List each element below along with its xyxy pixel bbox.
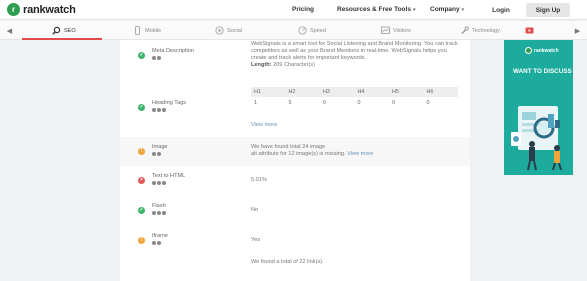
importance-dots — [152, 181, 167, 185]
logo-text: rankwatch — [23, 3, 76, 16]
tab-social-label: Social — [227, 27, 242, 34]
analytics-illustration-icon — [508, 92, 570, 175]
image-view-more-link[interactable]: View more — [347, 151, 373, 157]
tab-mobile[interactable]: Mobile — [133, 21, 161, 40]
row-label: Iframe — [152, 233, 168, 239]
text-to-html-value: 5.01% — [251, 177, 267, 183]
tab-mobile-label: Mobile — [145, 27, 162, 34]
signup-button[interactable]: Sign Up — [526, 3, 570, 17]
login-button[interactable]: Login — [484, 3, 518, 17]
warning-icon: ! — [138, 148, 145, 155]
check-icon: ✓ — [138, 104, 145, 111]
nav-company-label: Company — [430, 6, 460, 13]
rankwatch-logo[interactable]: r rankwatch — [7, 3, 76, 16]
speedometer-icon — [298, 26, 307, 35]
chevron-down-icon: ▾ — [412, 7, 416, 13]
meta-line-1: WebSignals is a smart tool for Social Li… — [251, 41, 458, 47]
importance-dots — [152, 56, 162, 60]
row-label: Heading Tags — [152, 100, 187, 106]
text-to-html-row: × Text to HTML 5.01% — [120, 166, 470, 196]
ad-logo-text: rankwatch — [534, 47, 559, 54]
image-row: ! Image We have found total 24 image alt… — [120, 137, 470, 166]
meta-line-2: competitors as well as your Brand Mentio… — [251, 48, 447, 54]
col-h5: H5 — [392, 89, 399, 95]
row-label: Meta Description — [152, 48, 194, 54]
tab-seo-label: SEO — [64, 27, 76, 34]
tab-speed-label: Speed — [310, 27, 326, 34]
chevron-down-icon: ▾ — [461, 7, 465, 13]
iframe-value: Yes — [251, 237, 261, 243]
scroll-left-arrow-icon[interactable]: ◀ — [4, 25, 15, 36]
col-h4: H4 — [357, 89, 365, 95]
importance-dots — [152, 211, 167, 215]
meta-line-3: create and track alerts for important ke… — [251, 55, 367, 61]
check-icon: ✓ — [138, 207, 145, 214]
scroll-right-arrow-icon[interactable]: ▶ — [572, 25, 583, 36]
val-h2: 5 — [288, 100, 292, 106]
nav-pricing-label: Pricing — [292, 6, 315, 13]
top-navbar: r rankwatch Pricing Resources & Free Too… — [0, 0, 587, 20]
tab-youtube[interactable] — [525, 21, 537, 40]
check-icon: ✓ — [138, 52, 145, 59]
ad-logo: rankwatch — [525, 47, 559, 54]
importance-dots — [152, 241, 162, 245]
image-line-2: alt attribute for 12 image(s) is missing… — [251, 151, 346, 157]
tab-technology-label: Technology — [472, 27, 500, 34]
tab-technology[interactable]: Technology — [460, 21, 500, 40]
nav-pricing-link[interactable]: Pricing — [292, 6, 314, 13]
heading-table-row: 1 5 0 0 0 0 — [251, 97, 458, 109]
headings-view-more-link[interactable]: View more — [251, 122, 277, 129]
val-h4: 0 — [357, 100, 361, 106]
tab-speed[interactable]: Speed — [298, 21, 326, 40]
col-h6: H6 — [426, 89, 434, 95]
ad-headline: WANT TO DISCUSS — [513, 68, 572, 75]
error-icon: × — [138, 177, 145, 184]
iframe-row: ! Iframe Yes — [120, 226, 470, 256]
magnifier-icon — [52, 26, 61, 35]
col-h2: H2 — [288, 89, 296, 95]
col-h3: H3 — [323, 89, 330, 95]
row-label: Image — [152, 144, 168, 150]
seo-report-panel[interactable]: ✓ Meta Description WebSignals is a smart… — [120, 40, 470, 281]
page-scroll-gutter — [573, 40, 587, 281]
warning-icon: ! — [138, 237, 145, 244]
meta-description-value: WebSignals is a smart tool for Social Li… — [251, 41, 458, 69]
nav-resources-label: Resources & Free Tools — [337, 6, 411, 13]
val-h1: 1 — [254, 100, 257, 106]
youtube-icon — [525, 26, 534, 35]
links-summary: We found a total of 22 link(s). — [251, 259, 324, 265]
visitors-chart-icon — [381, 26, 390, 35]
mobile-icon — [133, 26, 142, 35]
wrench-icon — [460, 26, 469, 35]
logo-mark-icon: r — [7, 3, 20, 16]
val-h6: 0 — [426, 100, 430, 106]
val-h3: 0 — [323, 100, 326, 106]
heading-tags-table: H1 H2 H3 H4 H5 H6 1 5 0 0 0 0 — [251, 87, 458, 109]
nav-resources-link[interactable]: Resources & Free Tools ▾ — [337, 6, 415, 13]
length-label: Length: — [251, 62, 272, 68]
tab-visitors-label: Visitors — [393, 27, 411, 34]
tab-social[interactable]: Social — [215, 21, 242, 40]
importance-dots — [152, 108, 167, 112]
row-label: Text to HTML — [152, 173, 186, 179]
heading-table-header: H1 H2 H3 H4 H5 H6 — [251, 87, 458, 97]
importance-dots — [152, 152, 162, 156]
flash-value: No — [251, 207, 259, 213]
image-line-1: We have found total 24 image — [251, 144, 326, 150]
meta-description-row: ✓ Meta Description WebSignals is a smart… — [120, 40, 470, 75]
tab-visitors[interactable]: Visitors — [381, 21, 411, 40]
discuss-advert-banner[interactable]: rankwatch WANT TO DISCUSS — [504, 40, 573, 175]
flash-row: ✓ Flash No — [120, 196, 470, 226]
image-value: We have found total 24 image alt attribu… — [251, 144, 373, 158]
length-value: 209 Character(s) — [271, 62, 316, 68]
social-icon — [215, 26, 224, 35]
val-h5: 0 — [392, 100, 395, 106]
logo-mark-icon — [525, 47, 532, 54]
nav-company-link[interactable]: Company ▾ — [430, 6, 464, 13]
col-h1: H1 — [254, 89, 261, 95]
active-tab-indicator — [22, 38, 102, 40]
row-label: Flash — [152, 203, 166, 209]
